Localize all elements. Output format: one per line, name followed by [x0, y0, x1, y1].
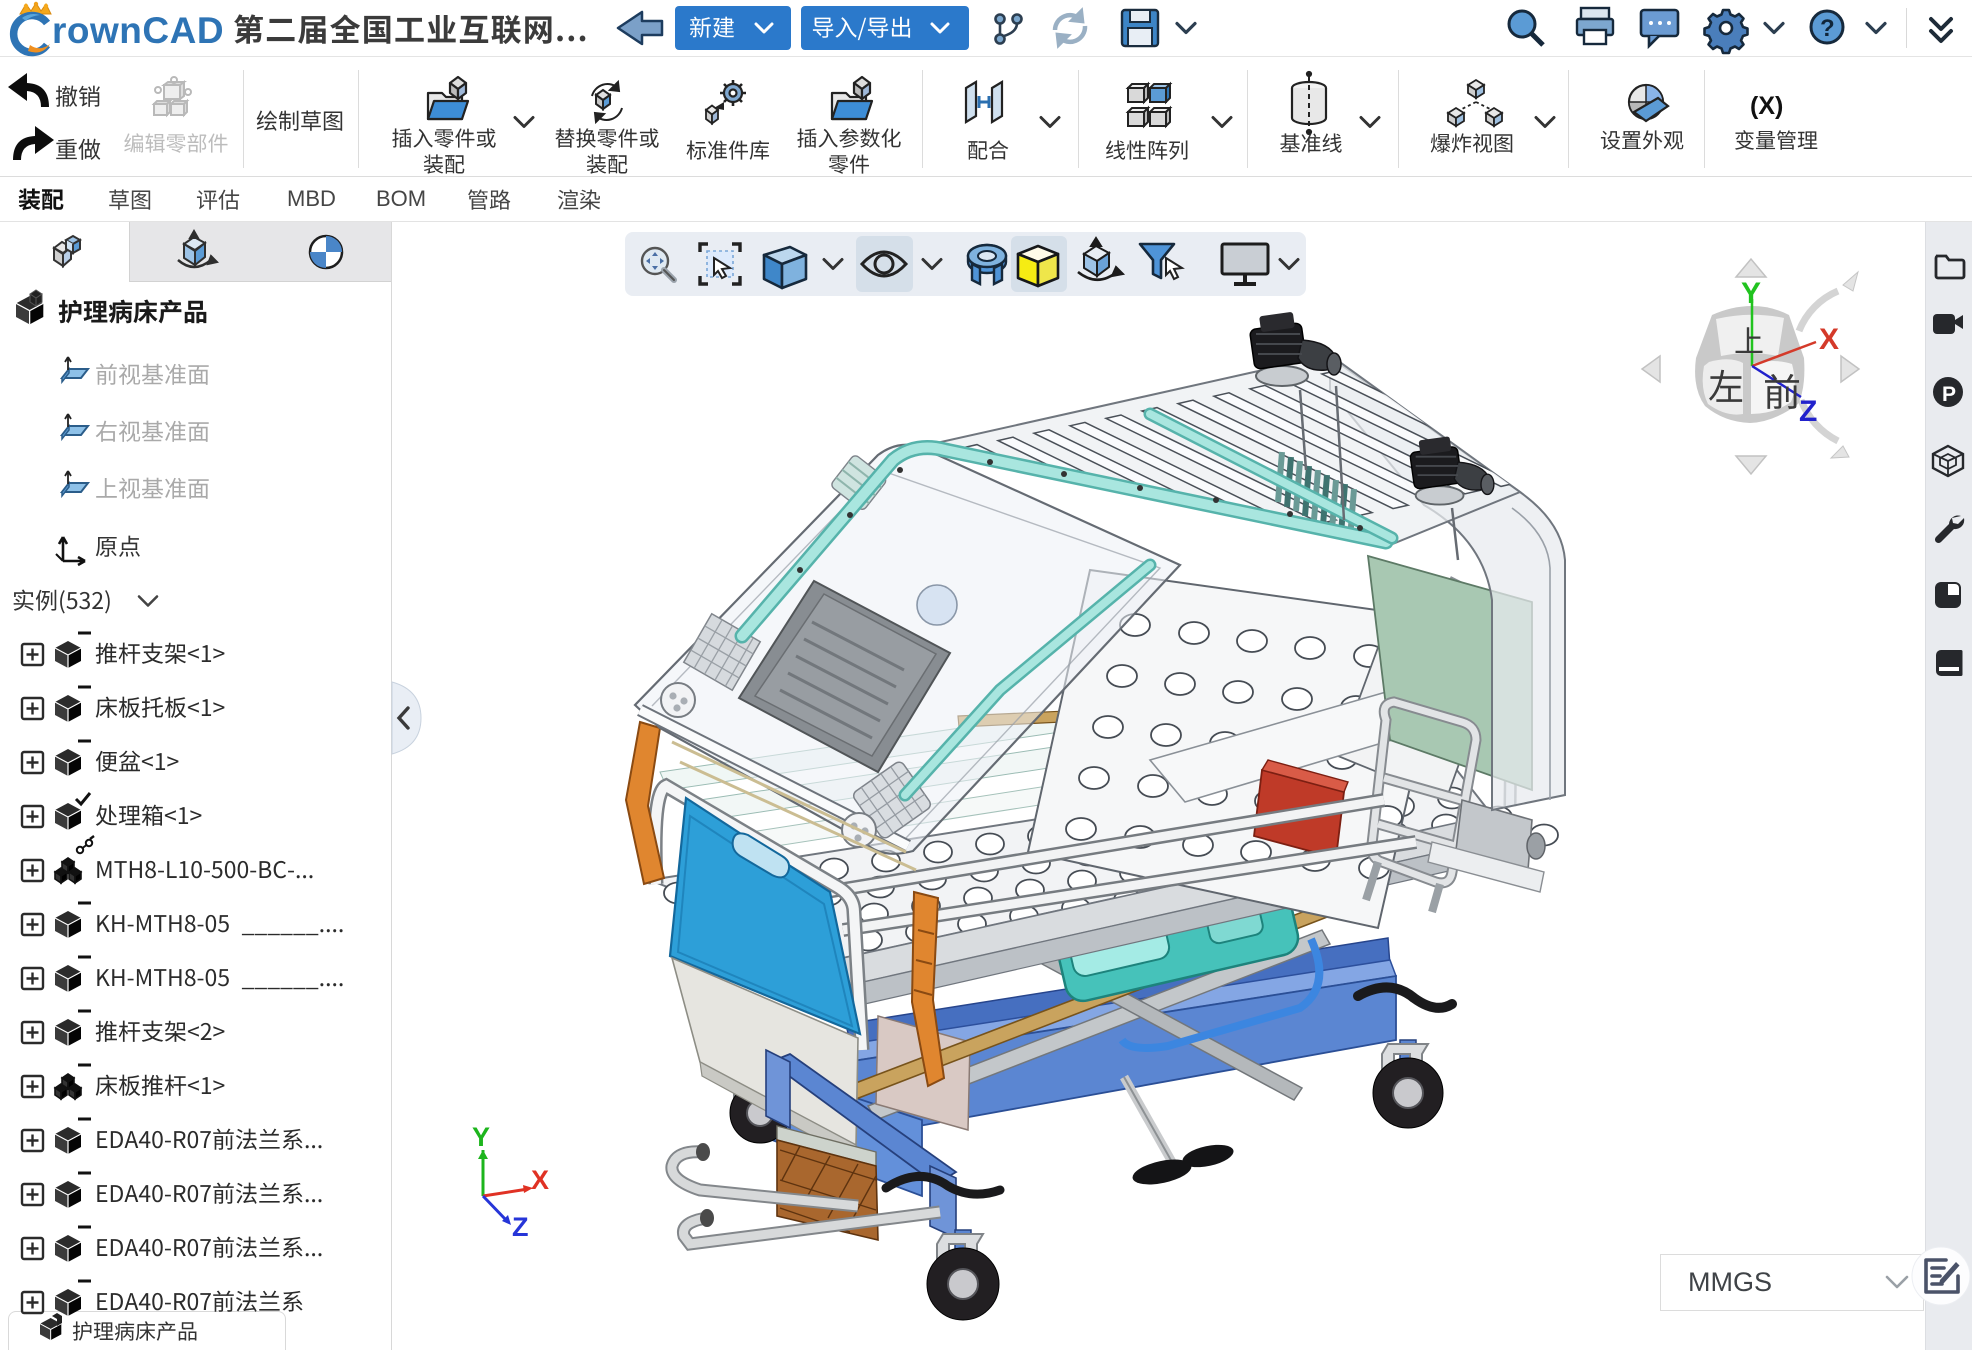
svg-text:X: X	[531, 1165, 549, 1195]
svg-text:Z: Z	[1799, 395, 1817, 428]
svg-text:Y: Y	[472, 1122, 490, 1152]
svg-text:Z: Z	[512, 1212, 529, 1242]
svg-text:X: X	[1819, 323, 1839, 356]
svg-text:Y: Y	[1741, 277, 1761, 310]
